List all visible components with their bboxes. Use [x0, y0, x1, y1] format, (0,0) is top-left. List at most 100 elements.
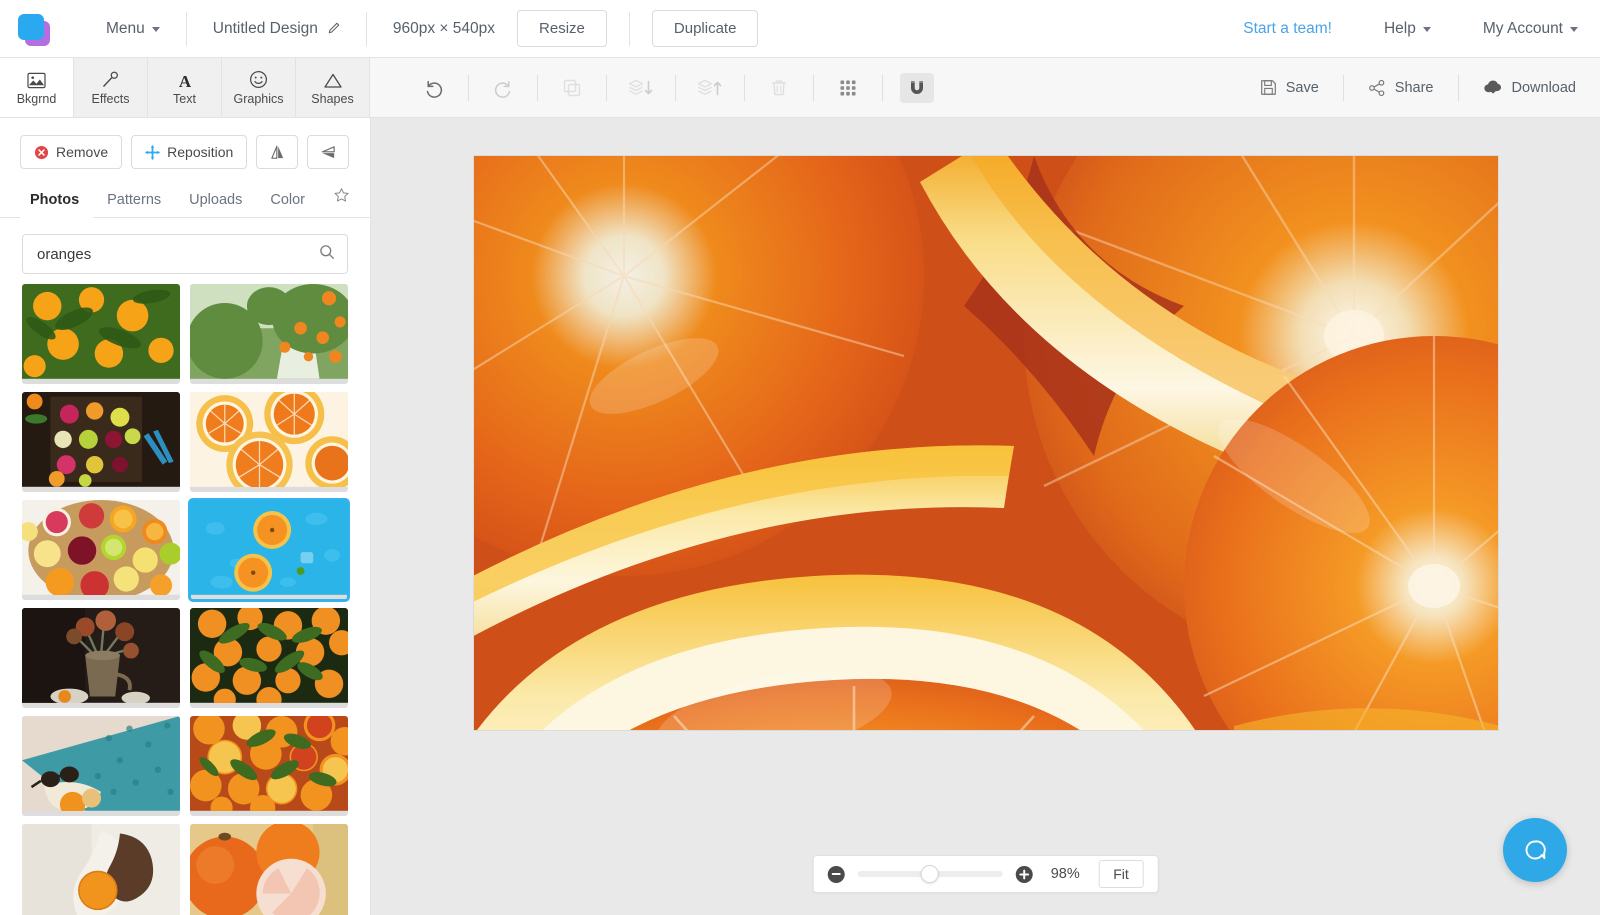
divider — [537, 74, 538, 101]
category-tabs: Bkgrnd Effects A Text Graphics Shapes — [0, 58, 370, 117]
tab-photos[interactable]: Photos — [20, 192, 94, 218]
redo-button[interactable] — [486, 73, 520, 103]
undo-button[interactable] — [417, 73, 451, 103]
tab-effects-label: Effects — [91, 92, 130, 106]
save-button[interactable]: Save — [1236, 79, 1343, 96]
thumb-orange-pile[interactable] — [190, 716, 348, 816]
thumb-flower-vase-dark[interactable] — [22, 608, 180, 708]
send-backward-button[interactable] — [624, 73, 658, 103]
resize-button[interactable]: Resize — [517, 10, 607, 47]
thumb-citrus-board[interactable] — [22, 500, 180, 600]
duplicate-layer-button[interactable] — [555, 73, 589, 103]
top-navigation-right: Start a team! Help My Account — [1217, 10, 1578, 48]
reposition-button[interactable]: Reposition — [131, 135, 248, 169]
remove-label: Remove — [56, 144, 109, 160]
zoom-slider[interactable] — [857, 865, 1003, 883]
fit-button[interactable]: Fit — [1098, 860, 1144, 888]
divider — [882, 74, 883, 101]
tab-uploads[interactable]: Uploads — [175, 192, 256, 217]
trash-icon — [771, 80, 787, 95]
snap-button[interactable] — [900, 72, 934, 103]
canvas-area[interactable]: 98% Fit — [371, 118, 1600, 915]
tab-shapes[interactable]: Shapes — [296, 58, 370, 117]
thumb-orange-slices[interactable] — [190, 392, 348, 492]
download-label: Download — [1511, 79, 1577, 96]
tab-bkgrnd-label: Bkgrnd — [16, 92, 57, 106]
duplicate-button[interactable]: Duplicate — [651, 10, 759, 47]
flip-vertical-button[interactable] — [256, 135, 299, 169]
help-menu[interactable]: Help — [1358, 10, 1457, 48]
delete-button[interactable] — [762, 73, 796, 103]
thumb-tangerines-leaves[interactable] — [190, 608, 348, 708]
layers-up-icon — [697, 79, 722, 95]
toolbar-right-actions: Save Share Download — [1236, 58, 1600, 117]
text-a-icon: A — [176, 69, 194, 89]
search-box[interactable] — [22, 234, 348, 274]
background-action-row: Remove Reposition — [0, 118, 370, 182]
document-title-label: Untitled Design — [212, 19, 318, 37]
thumb-orange-grove[interactable] — [190, 284, 348, 384]
search-area — [0, 218, 370, 284]
triangle-icon — [323, 69, 343, 89]
download-cloud-icon — [1483, 80, 1501, 94]
tab-color[interactable]: Color — [256, 192, 319, 217]
zoom-in-button[interactable] — [1015, 865, 1033, 883]
tab-effects[interactable]: Effects — [74, 58, 148, 117]
divider — [606, 74, 607, 101]
divider — [813, 74, 814, 101]
zoom-slider-handle[interactable] — [920, 865, 939, 883]
search-icon[interactable] — [319, 244, 335, 265]
flip-horizontal-button[interactable] — [307, 135, 350, 169]
remove-background-button[interactable]: Remove — [20, 135, 123, 169]
editor-body: Remove Reposition Photos Patterns Upload… — [0, 118, 1600, 915]
thumb-peeled-tangerine[interactable] — [190, 824, 348, 915]
remove-circle-icon — [34, 145, 49, 159]
tab-graphics[interactable]: Graphics — [222, 58, 296, 117]
design-editor-app: Menu Untitled Design 960px × 540px Resiz… — [0, 0, 1600, 915]
design-canvas[interactable] — [473, 156, 1498, 730]
zoom-percentage: 98% — [1050, 866, 1080, 882]
my-account-menu[interactable]: My Account — [1457, 10, 1578, 48]
divider — [468, 74, 469, 101]
tab-patterns[interactable]: Patterns — [93, 192, 175, 217]
document-title[interactable]: Untitled Design — [187, 20, 366, 38]
thumb-poolside-sunglasses[interactable] — [22, 716, 180, 816]
flip-horizontal-icon — [321, 145, 335, 158]
chevron-down-icon — [1570, 27, 1578, 32]
menu-button[interactable]: Menu — [80, 10, 186, 48]
thumb-oranges-on-tree-close[interactable] — [22, 284, 180, 384]
thumb-oranges-blue-water[interactable] — [188, 498, 350, 602]
thumb-citrus-flatlay-dark[interactable] — [22, 392, 180, 492]
editor-action-buttons — [370, 58, 951, 117]
share-button[interactable]: Share — [1344, 79, 1458, 97]
pencil-icon[interactable] — [327, 22, 340, 35]
chevron-down-icon — [151, 27, 160, 32]
layers-down-icon — [628, 79, 653, 95]
image-icon — [27, 69, 46, 89]
my-account-label: My Account — [1482, 19, 1563, 37]
help-chat-button[interactable] — [1503, 818, 1567, 882]
editor-toolbar: Bkgrnd Effects A Text Graphics Shapes Sa… — [0, 58, 1600, 118]
start-a-team-link[interactable]: Start a team! — [1217, 20, 1358, 38]
grid-button[interactable] — [831, 73, 865, 103]
share-icon — [1368, 79, 1385, 96]
svg-text:A: A — [178, 72, 191, 89]
save-label: Save — [1285, 79, 1319, 96]
zoom-out-button[interactable] — [827, 865, 845, 883]
chat-bubble-icon — [1525, 840, 1546, 860]
thumb-hand-holding-orange[interactable] — [22, 824, 180, 915]
tab-bkgrnd[interactable]: Bkgrnd — [0, 58, 74, 117]
move-arrows-icon — [145, 144, 160, 160]
tab-text[interactable]: A Text — [148, 58, 222, 117]
smiley-icon — [249, 69, 268, 89]
bring-forward-button[interactable] — [693, 73, 727, 103]
menu-label: Menu — [106, 19, 145, 37]
logo-front-square — [18, 13, 44, 40]
star-icon[interactable] — [333, 187, 350, 217]
download-button[interactable]: Download — [1459, 79, 1581, 96]
design-app-logo[interactable] — [14, 11, 54, 47]
share-label: Share — [1394, 79, 1434, 96]
divider — [744, 74, 745, 101]
tab-graphics-label: Graphics — [233, 92, 284, 106]
search-input[interactable] — [37, 245, 319, 263]
